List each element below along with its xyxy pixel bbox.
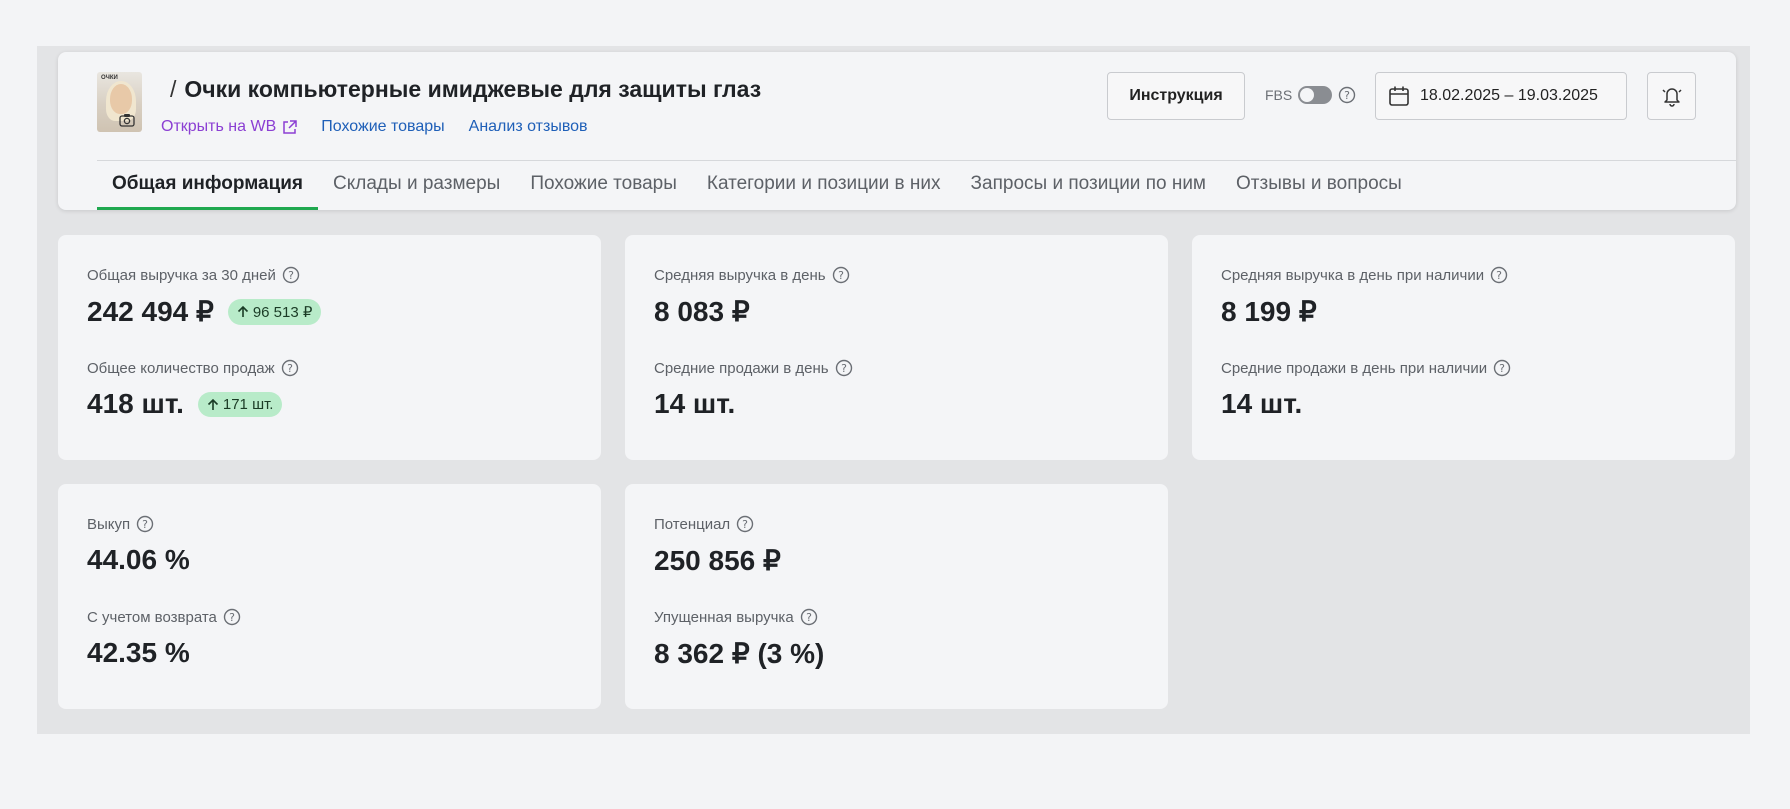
thumbnail-text: ОЧКИ: [101, 75, 118, 81]
total-sales-amount: 418 шт.: [87, 388, 184, 419]
svg-text:?: ?: [806, 611, 812, 624]
avg-revenue-label-text: Средняя выручка в день: [654, 266, 826, 284]
fbs-toggle-group: FBS ?: [1265, 86, 1356, 104]
avg-sales-label: Средние продажи в день ?: [654, 359, 853, 377]
product-thumbnail[interactable]: ОЧКИ: [97, 72, 142, 132]
bell-icon: [1661, 88, 1682, 107]
help-icon[interactable]: ?: [832, 266, 850, 284]
revenue-delta-badge: 96 513 ₽: [227, 298, 322, 325]
help-icon[interactable]: ?: [282, 266, 300, 284]
instruction-button[interactable]: Инструкция: [1107, 72, 1245, 120]
svg-text:?: ?: [841, 362, 847, 375]
fbs-toggle[interactable]: [1298, 86, 1333, 104]
total-revenue-label: Общая выручка за 30 дней ?: [87, 266, 300, 284]
total-revenue-label-text: Общая выручка за 30 дней: [87, 266, 276, 284]
lost-revenue-value: 8 362 ₽ (3 %): [654, 638, 825, 669]
buyout-label: Выкуп ?: [87, 515, 154, 533]
svg-text:?: ?: [1344, 89, 1350, 102]
returns-label: С учетом возврата ?: [87, 608, 241, 626]
revenue-card: Общая выручка за 30 дней ? 242 494 ₽ 96 …: [58, 235, 601, 460]
help-icon[interactable]: ?: [800, 608, 818, 626]
avg-sales-value: 14 шт.: [654, 388, 736, 419]
tab-similar-products[interactable]: Похожие товары: [515, 160, 692, 210]
avg-revenue-value: 8 083 ₽: [654, 296, 750, 327]
potential-card: Потенциал ? 250 856 ₽ Упущенная выручка …: [625, 484, 1168, 709]
avg-stock-sales-label: Средние продажи в день при наличии ?: [1221, 359, 1511, 377]
total-revenue-amount: 242 494 ₽: [87, 296, 214, 327]
avg-revenue-label: Средняя выручка в день ?: [654, 266, 850, 284]
sales-delta-value: 171 шт.: [222, 395, 274, 413]
svg-text:?: ?: [229, 611, 235, 624]
camera-icon[interactable]: [119, 113, 135, 127]
buyout-card: Выкуп ? 44.06 % С учетом возврата ? 42.3…: [58, 484, 601, 709]
svg-text:?: ?: [142, 518, 148, 531]
help-icon[interactable]: ?: [223, 608, 241, 626]
potential-value: 250 856 ₽: [654, 545, 781, 576]
help-icon[interactable]: ?: [736, 515, 754, 533]
svg-text:?: ?: [288, 269, 294, 282]
open-wb-label: Открыть на WB: [161, 118, 277, 135]
tab-categories[interactable]: Категории и позиции в них: [692, 160, 956, 210]
average-in-stock-card: Средняя выручка в день при наличии ? 8 1…: [1192, 235, 1735, 460]
svg-text:?: ?: [1499, 362, 1505, 375]
page-title: / Очки компьютерные имиджевые для защиты …: [170, 76, 761, 103]
help-icon[interactable]: ?: [136, 515, 154, 533]
sales-delta-badge: 171 шт.: [197, 391, 283, 417]
help-icon[interactable]: ?: [1493, 359, 1511, 377]
external-link-icon: [283, 119, 297, 134]
product-title: Очки компьютерные имиджевые для защиты г…: [184, 76, 762, 102]
svg-text:?: ?: [1496, 269, 1502, 282]
product-links: Открыть на WB Похожие товары Анализ отзы…: [161, 118, 588, 136]
buyout-label-text: Выкуп: [87, 515, 131, 533]
product-header: ОЧКИ / Очки компьютерные имиджевые для за…: [58, 52, 1736, 210]
help-icon[interactable]: ?: [1338, 86, 1356, 104]
avg-stock-sales-value: 14 шт.: [1221, 388, 1303, 419]
revenue-delta-value: 96 513 ₽: [252, 303, 313, 321]
avg-stock-revenue-label: Средняя выручка в день при наличии ?: [1221, 266, 1508, 284]
fbs-label: FBS: [1265, 87, 1293, 103]
arrow-up-icon: [207, 398, 218, 410]
help-icon[interactable]: ?: [281, 359, 299, 377]
help-icon[interactable]: ?: [1490, 266, 1508, 284]
similar-products-link[interactable]: Похожие товары: [321, 118, 444, 136]
tab-reviews-questions[interactable]: Отзывы и вопросы: [1221, 160, 1417, 210]
potential-label: Потенциал ?: [654, 515, 754, 533]
average-card: Средняя выручка в день ? 8 083 ₽ Средние…: [625, 235, 1168, 460]
total-revenue-value: 242 494 ₽ 96 513 ₽: [87, 295, 322, 328]
svg-text:?: ?: [838, 269, 844, 282]
date-range-picker[interactable]: 18.02.2025 – 19.03.2025: [1375, 72, 1627, 120]
arrow-up-icon: [237, 305, 248, 317]
tab-warehouses-sizes[interactable]: Склады и размеры: [318, 160, 515, 210]
notifications-button[interactable]: [1647, 72, 1696, 120]
returns-value: 42.35 %: [87, 637, 190, 668]
tab-general-info[interactable]: Общая информация: [97, 160, 319, 210]
avg-stock-sales-label-text: Средние продажи в день при наличии: [1221, 359, 1488, 377]
thumbnail-face: [110, 84, 132, 114]
reviews-analysis-link[interactable]: Анализ отзывов: [469, 118, 588, 136]
open-wb-link[interactable]: Открыть на WB: [161, 118, 297, 136]
total-sales-label: Общее количество продаж ?: [87, 359, 299, 377]
svg-text:?: ?: [287, 362, 293, 375]
svg-text:?: ?: [742, 518, 748, 531]
avg-stock-revenue-value: 8 199 ₽: [1221, 296, 1317, 327]
potential-label-text: Потенциал: [654, 515, 731, 533]
lost-revenue-label: Упущенная выручка ?: [654, 608, 818, 626]
avg-sales-label-text: Средние продажи в день: [654, 359, 829, 377]
lost-revenue-label-text: Упущенная выручка: [654, 608, 794, 626]
date-range-text: 18.02.2025 – 19.03.2025: [1420, 87, 1598, 104]
breadcrumb-slash: /: [170, 76, 177, 102]
tab-bar: Общая информация Склады и размеры Похожи…: [97, 160, 1417, 210]
calendar-icon: [1389, 86, 1409, 106]
help-icon[interactable]: ?: [835, 359, 853, 377]
tab-queries[interactable]: Запросы и позиции по ним: [956, 160, 1221, 210]
buyout-value: 44.06 %: [87, 544, 190, 575]
avg-stock-revenue-label-text: Средняя выручка в день при наличии: [1221, 266, 1485, 284]
returns-label-text: С учетом возврата: [87, 608, 217, 626]
total-sales-value: 418 шт. 171 шт.: [87, 388, 283, 420]
total-sales-label-text: Общее количество продаж: [87, 359, 275, 377]
